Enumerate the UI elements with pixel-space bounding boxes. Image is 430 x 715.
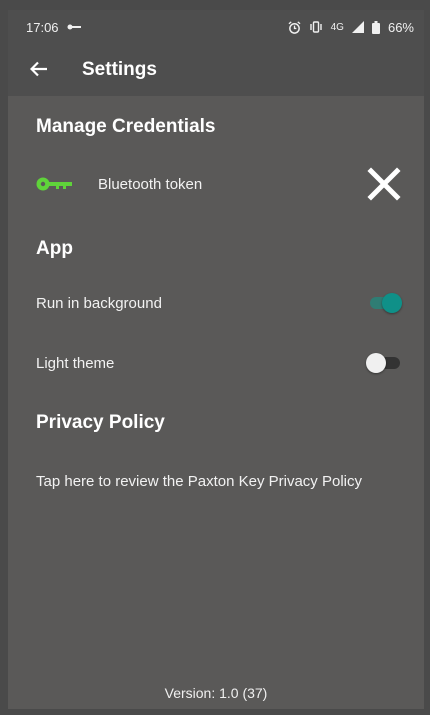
manage-credentials-heading: Manage Credentials xyxy=(36,116,216,137)
privacy-policy-heading: Privacy Policy xyxy=(36,412,165,433)
close-icon[interactable] xyxy=(366,166,402,202)
run-in-background-toggle[interactable] xyxy=(366,292,402,314)
vpn-key-icon xyxy=(67,24,81,30)
light-theme-label: Light theme xyxy=(36,354,115,372)
alarm-icon xyxy=(288,20,301,34)
version-label: Version: 1.0 (37) xyxy=(164,685,268,701)
app-heading: App xyxy=(36,238,73,259)
status-left: 17:06 xyxy=(26,20,81,35)
key-icon xyxy=(36,177,72,191)
battery-percent: 66% xyxy=(387,19,414,35)
light-theme-row[interactable]: Light theme xyxy=(8,339,424,387)
toggle-thumb xyxy=(382,293,402,313)
status-bar: 17:06 4G 66% xyxy=(8,10,424,44)
bluetooth-token-row: Bluetooth token xyxy=(8,160,424,208)
privacy-policy-link-text: Tap here to review the Paxton Key Privac… xyxy=(36,472,362,490)
privacy-policy-link[interactable]: Tap here to review the Paxton Key Privac… xyxy=(8,457,424,505)
token-label: Bluetooth token xyxy=(98,175,203,193)
battery-icon xyxy=(371,20,380,34)
status-right: 4G 66% xyxy=(288,20,414,35)
status-time: 17:06 xyxy=(26,19,59,35)
page-title: Settings xyxy=(82,59,157,80)
settings-content: Manage Credentials Bluetooth token App R… xyxy=(8,96,424,709)
vibrate-icon xyxy=(309,21,322,33)
run-in-background-row[interactable]: Run in background xyxy=(8,279,424,327)
toggle-thumb xyxy=(366,353,386,373)
app-bar: Settings xyxy=(8,44,424,96)
back-arrow-icon[interactable] xyxy=(29,57,58,83)
light-theme-toggle[interactable] xyxy=(366,352,402,374)
run-in-background-label: Run in background xyxy=(36,294,162,312)
signal-icon xyxy=(351,21,364,33)
network-type: 4G xyxy=(330,21,344,33)
